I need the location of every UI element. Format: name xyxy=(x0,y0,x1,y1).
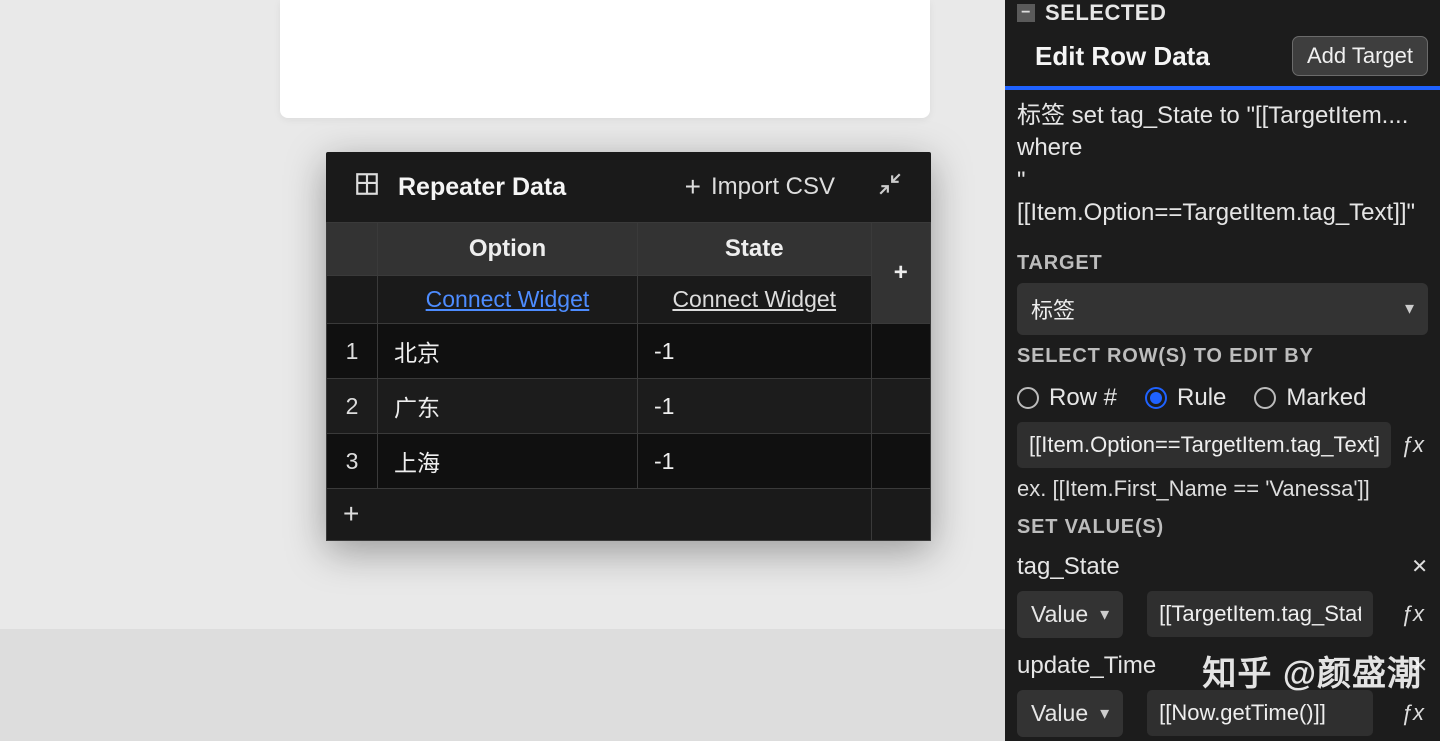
import-csv-label: Import CSV xyxy=(711,173,835,201)
table-row[interactable]: 2 广东 -1 xyxy=(327,379,931,434)
value-mode-label: Value xyxy=(1031,700,1088,727)
collapse-icon[interactable] xyxy=(877,171,903,204)
radio-group: Row # Rule Marked xyxy=(1017,376,1428,422)
import-csv-button[interactable]: + Import CSV xyxy=(685,173,835,201)
add-row-button[interactable]: + xyxy=(327,489,872,541)
row-add-area xyxy=(871,434,930,489)
radio-label: Row # xyxy=(1049,384,1117,412)
rule-hint: ex. [[Item.First_Name == 'Vanessa']] xyxy=(1017,468,1428,506)
minus-icon[interactable]: − xyxy=(1017,4,1035,22)
cell-option[interactable]: 上海 xyxy=(377,434,637,489)
repeater-title-text: Repeater Data xyxy=(398,173,566,202)
desc-line: 标签 set tag_State to "[[TargetItem.... xyxy=(1017,102,1408,129)
repeater-table: Option State + Connect Widget Connect Wi… xyxy=(326,222,931,541)
close-icon[interactable]: ✕ xyxy=(1411,554,1428,579)
repeater-header: Repeater Data + Import CSV xyxy=(326,152,931,222)
radio-label: Rule xyxy=(1177,384,1226,412)
row-num-spacer xyxy=(327,276,378,324)
add-column-button[interactable]: + xyxy=(871,223,930,324)
table-row[interactable]: 1 北京 -1 xyxy=(327,324,931,379)
value-mode-select[interactable]: Value ▾ xyxy=(1017,591,1123,638)
target-select[interactable]: 标签 ▾ xyxy=(1017,283,1428,335)
chevron-down-icon: ▾ xyxy=(1100,703,1109,724)
column-header-option[interactable]: Option xyxy=(377,223,637,276)
connect-widget-option[interactable]: Connect Widget xyxy=(377,276,637,324)
action-description[interactable]: 标签 set tag_State to "[[TargetItem.... wh… xyxy=(1017,98,1428,242)
connect-widget-state[interactable]: Connect Widget xyxy=(638,276,872,324)
close-icon[interactable]: ✕ xyxy=(1411,653,1428,678)
value-input[interactable] xyxy=(1147,690,1373,736)
fx-icon[interactable]: ƒx xyxy=(1397,432,1428,458)
column-header-state[interactable]: State xyxy=(638,223,872,276)
field-name: update_Time xyxy=(1017,652,1156,680)
action-title: Edit Row Data xyxy=(1035,41,1210,72)
set-values-label: SET VALUE(S) xyxy=(1017,506,1428,547)
connect-widget-option-link[interactable]: Connect Widget xyxy=(426,286,590,312)
value-input[interactable] xyxy=(1147,591,1373,637)
cell-option[interactable]: 广东 xyxy=(377,379,637,434)
set-value-field: tag_State ✕ xyxy=(1017,547,1428,587)
radio-label: Marked xyxy=(1286,384,1366,412)
canvas-bottom-strip xyxy=(0,629,1005,741)
chevron-down-icon: ▾ xyxy=(1100,604,1109,625)
section-title: SELECTED xyxy=(1045,0,1166,26)
cell-state[interactable]: -1 xyxy=(638,379,872,434)
plus-icon: + xyxy=(685,173,701,201)
value-mode-select[interactable]: Value ▾ xyxy=(1017,690,1123,737)
value-mode-label: Value xyxy=(1031,601,1088,628)
cell-option[interactable]: 北京 xyxy=(377,324,637,379)
target-label: TARGET xyxy=(1017,242,1428,283)
select-rows-label: SELECT ROW(S) TO EDIT BY xyxy=(1017,335,1428,376)
repeater-data-panel: Repeater Data + Import CSV Option State … xyxy=(326,152,931,541)
fx-icon[interactable]: ƒx xyxy=(1397,601,1428,627)
fx-icon[interactable]: ƒx xyxy=(1397,700,1428,726)
radio-marked[interactable]: Marked xyxy=(1254,384,1366,412)
radio-row-number[interactable]: Row # xyxy=(1017,384,1117,412)
cell-state[interactable]: -1 xyxy=(638,434,872,489)
target-value: 标签 xyxy=(1031,293,1075,325)
rule-input[interactable] xyxy=(1017,422,1391,468)
row-add-area xyxy=(871,379,930,434)
inspector-panel: − SELECTED Edit Row Data Add Target 标签 s… xyxy=(1005,0,1440,741)
table-icon xyxy=(354,171,380,204)
desc-line: "[[Item.Option==TargetItem.tag_Text]]" xyxy=(1017,167,1415,226)
row-add-area xyxy=(871,324,930,379)
row-number: 2 xyxy=(327,379,378,434)
radio-rule[interactable]: Rule xyxy=(1145,384,1226,412)
table-row[interactable]: 3 上海 -1 xyxy=(327,434,931,489)
set-value-field: update_Time ✕ xyxy=(1017,646,1428,686)
connect-widget-state-link[interactable]: Connect Widget xyxy=(672,286,836,312)
repeater-title: Repeater Data xyxy=(354,171,566,204)
section-header: − SELECTED xyxy=(1017,0,1428,32)
field-name: tag_State xyxy=(1017,553,1120,581)
cell-state[interactable]: -1 xyxy=(638,324,872,379)
divider xyxy=(1005,86,1440,90)
row-num-header xyxy=(327,223,378,276)
row-number: 3 xyxy=(327,434,378,489)
footer-spacer xyxy=(871,489,930,541)
plus-icon: + xyxy=(343,498,359,529)
desc-line: where xyxy=(1017,134,1082,161)
chevron-down-icon: ▾ xyxy=(1405,298,1414,319)
canvas-card xyxy=(280,0,930,118)
row-number: 1 xyxy=(327,324,378,379)
add-target-button[interactable]: Add Target xyxy=(1292,36,1428,76)
